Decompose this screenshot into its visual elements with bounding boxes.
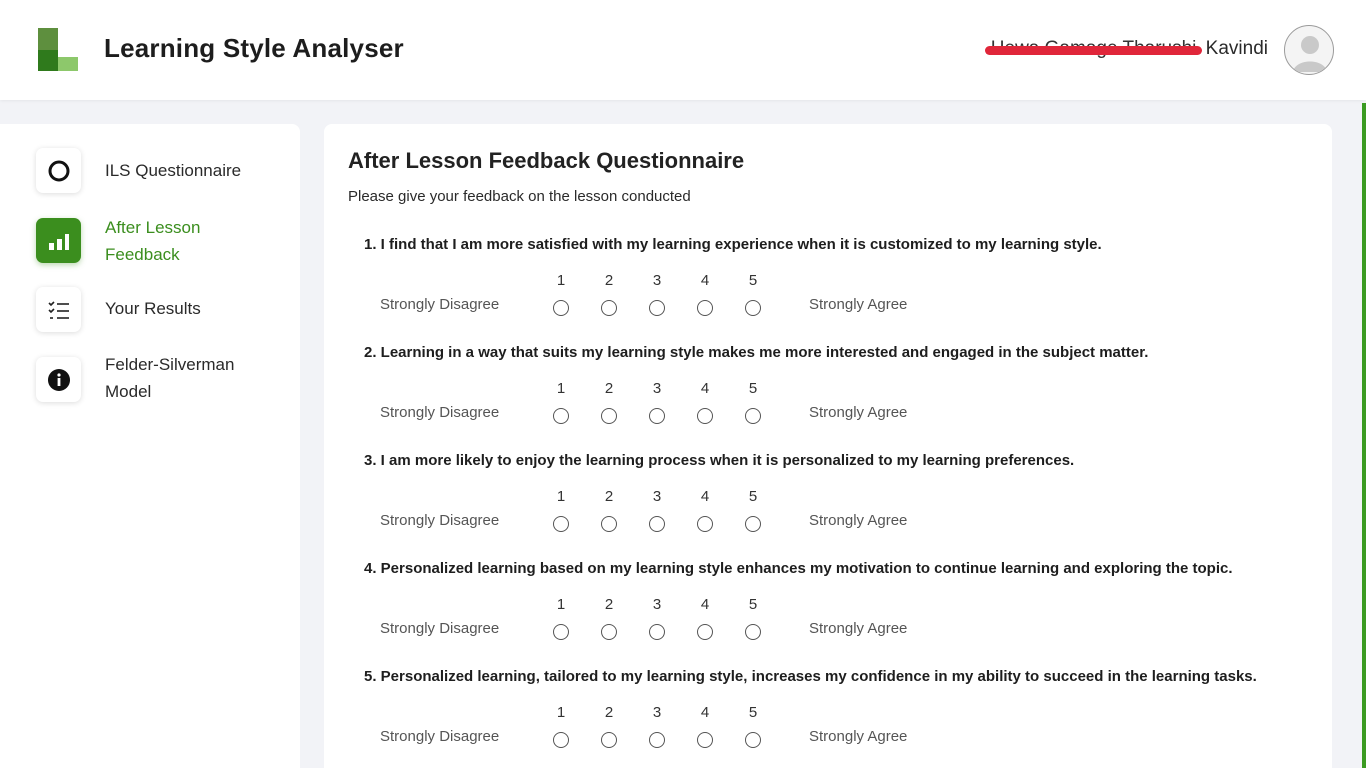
circle-icon <box>36 148 81 193</box>
radio-option-2[interactable] <box>601 732 617 748</box>
radio-option-5[interactable] <box>745 300 761 316</box>
scale-number: 1 <box>556 272 566 289</box>
question-text: 3. I am more likely to enjoy the learnin… <box>364 452 1075 469</box>
scale-number: 4 <box>700 704 710 721</box>
radio-option-2[interactable] <box>601 516 617 532</box>
scale-max-label: Strongly Agree <box>809 512 908 529</box>
scale-min-label: Strongly Disagree <box>380 296 500 313</box>
radio-option-3[interactable] <box>649 300 665 316</box>
radio-option-4[interactable] <box>697 516 713 532</box>
scale-number: 1 <box>556 380 566 397</box>
scale-number: 4 <box>700 272 710 289</box>
scale-min-label: Strongly Disagree <box>380 512 500 529</box>
question-text: 5. Personalized learning, tailored to my… <box>364 668 1257 685</box>
radio-option-1[interactable] <box>553 300 569 316</box>
avatar[interactable] <box>1284 25 1334 75</box>
radio-option-5[interactable] <box>745 624 761 640</box>
question-1: 1. I find that I am more satisfied with … <box>364 236 1304 344</box>
scale-max-label: Strongly Agree <box>809 404 908 421</box>
bar-chart-icon <box>36 218 81 263</box>
sidebar-item-label: After Lesson Feedback <box>105 218 201 264</box>
checklist-icon <box>36 287 81 332</box>
question-3: 3. I am more likely to enjoy the learnin… <box>364 452 1304 560</box>
app-title: Learning Style Analyser <box>104 33 404 63</box>
scale-max-label: Strongly Agree <box>809 296 908 313</box>
scale-max-label: Strongly Agree <box>809 728 908 745</box>
scale-number: 4 <box>700 380 710 397</box>
redacted-name: Hewa Gamage Tharushi <box>990 38 1197 59</box>
scale-min-label: Strongly Disagree <box>380 404 500 421</box>
scale-number: 5 <box>748 272 758 289</box>
scale-number: 3 <box>652 380 662 397</box>
radio-option-5[interactable] <box>745 732 761 748</box>
question-2: 2. Learning in a way that suits my learn… <box>364 344 1304 452</box>
radio-option-5[interactable] <box>745 516 761 532</box>
scale-number: 5 <box>748 380 758 397</box>
radio-option-2[interactable] <box>601 624 617 640</box>
radio-option-4[interactable] <box>697 300 713 316</box>
radio-option-3[interactable] <box>649 624 665 640</box>
scale-number: 2 <box>604 380 614 397</box>
user-first-name: Kavindi <box>1205 38 1268 59</box>
sidebar-item-label: ILS Questionnaire <box>105 161 242 180</box>
question-4: 4. Personalized learning based on my lea… <box>364 560 1304 668</box>
radio-option-4[interactable] <box>697 732 713 748</box>
radio-option-5[interactable] <box>745 408 761 424</box>
page-subtitle: Please give your feedback on the lesson … <box>348 188 691 205</box>
scale-number: 1 <box>556 596 566 613</box>
radio-option-4[interactable] <box>697 408 713 424</box>
scale-number: 3 <box>652 704 662 721</box>
radio-option-1[interactable] <box>553 732 569 748</box>
sidebar: ILS Questionnaire After Lesson Feedback … <box>0 124 300 768</box>
scale-number: 3 <box>652 596 662 613</box>
radio-option-2[interactable] <box>601 300 617 316</box>
scale-number: 5 <box>748 488 758 505</box>
scale-number: 1 <box>556 488 566 505</box>
scale-number: 4 <box>700 596 710 613</box>
app-logo <box>38 28 78 71</box>
questionnaire-card: After Lesson Feedback Questionnaire Plea… <box>324 124 1332 768</box>
radio-option-4[interactable] <box>697 624 713 640</box>
radio-option-3[interactable] <box>649 732 665 748</box>
question-5: 5. Personalized learning, tailored to my… <box>364 668 1304 768</box>
scale-number: 2 <box>604 704 614 721</box>
scale-number: 4 <box>700 488 710 505</box>
sidebar-item-label: Your Results <box>105 299 201 318</box>
scale-number: 5 <box>748 704 758 721</box>
scale-number: 3 <box>652 488 662 505</box>
scale-number: 3 <box>652 272 662 289</box>
radio-option-1[interactable] <box>553 516 569 532</box>
user-avatar-icon <box>1293 36 1327 72</box>
question-text: 2. Learning in a way that suits my learn… <box>364 344 1149 361</box>
scale-min-label: Strongly Disagree <box>380 728 500 745</box>
radio-option-2[interactable] <box>601 408 617 424</box>
scale-min-label: Strongly Disagree <box>380 620 500 637</box>
info-icon <box>36 357 81 402</box>
radio-option-3[interactable] <box>649 516 665 532</box>
scale-max-label: Strongly Agree <box>809 620 908 637</box>
app-header: Learning Style Analyser Hewa Gamage Thar… <box>0 0 1366 100</box>
scrollbar[interactable] <box>1362 103 1366 768</box>
question-text: 4. Personalized learning based on my lea… <box>364 560 1233 577</box>
page-title: After Lesson Feedback Questionnaire <box>348 148 745 173</box>
question-text: 1. I find that I am more satisfied with … <box>364 236 1102 253</box>
radio-option-1[interactable] <box>553 624 569 640</box>
sidebar-item-label: Felder-Silverman Model <box>105 355 235 401</box>
user-name[interactable]: Hewa Gamage Tharushi Kavindi <box>991 38 1268 60</box>
scale-number: 2 <box>604 488 614 505</box>
radio-option-1[interactable] <box>553 408 569 424</box>
scale-number: 2 <box>604 596 614 613</box>
scale-number: 1 <box>556 704 566 721</box>
scale-number: 2 <box>604 272 614 289</box>
scale-number: 5 <box>748 596 758 613</box>
radio-option-3[interactable] <box>649 408 665 424</box>
